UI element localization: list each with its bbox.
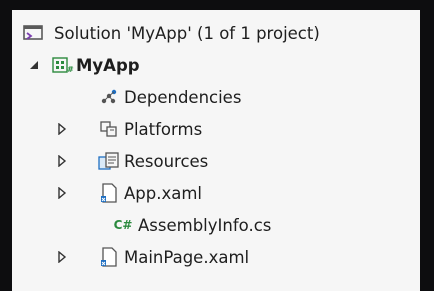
tree-item-dependencies[interactable]: Dependencies <box>12 80 420 114</box>
item-label: MainPage.xaml <box>124 247 250 267</box>
tree-item-resources[interactable]: Resources <box>12 144 420 178</box>
platforms-folder-icon <box>98 118 120 140</box>
tree-item-solution[interactable]: Solution 'MyApp' (1 of 1 project) <box>12 16 420 50</box>
expand-arrow-icon[interactable] <box>56 251 68 263</box>
solution-label: Solution 'MyApp' (1 of 1 project) <box>54 23 320 43</box>
item-label: Platforms <box>124 119 203 139</box>
expand-arrow-icon[interactable] <box>56 123 68 135</box>
tree-item-project[interactable]: # MyApp <box>12 48 420 82</box>
item-label: Dependencies <box>124 87 242 107</box>
solution-explorer: Solution 'MyApp' (1 of 1 project) # MyAp… <box>12 10 420 291</box>
dependencies-icon <box>98 86 120 108</box>
expand-arrow-icon[interactable] <box>56 187 68 199</box>
csharp-file-icon: C# <box>113 218 133 232</box>
tree-item-platforms[interactable]: Platforms <box>12 112 420 146</box>
tree-item-assemblyinfo[interactable]: C# AssemblyInfo.cs <box>12 208 420 242</box>
resources-folder-icon <box>98 150 120 172</box>
xaml-file-icon <box>98 182 120 204</box>
csharp-project-icon: # <box>52 54 74 76</box>
collapse-arrow-icon[interactable] <box>28 59 40 71</box>
item-label: AssemblyInfo.cs <box>138 215 272 235</box>
project-label: MyApp <box>76 55 140 75</box>
xaml-file-icon <box>98 246 120 268</box>
expand-arrow-icon[interactable] <box>56 155 68 167</box>
solution-icon <box>22 22 44 44</box>
tree-item-mainpage-xaml[interactable]: MainPage.xaml <box>12 240 420 274</box>
solution-tree: Solution 'MyApp' (1 of 1 project) # MyAp… <box>12 10 420 282</box>
tree-item-app-xaml[interactable]: App.xaml <box>12 176 420 210</box>
svg-text:#: # <box>67 65 74 74</box>
item-label: Resources <box>124 151 209 171</box>
item-label: App.xaml <box>124 183 203 203</box>
